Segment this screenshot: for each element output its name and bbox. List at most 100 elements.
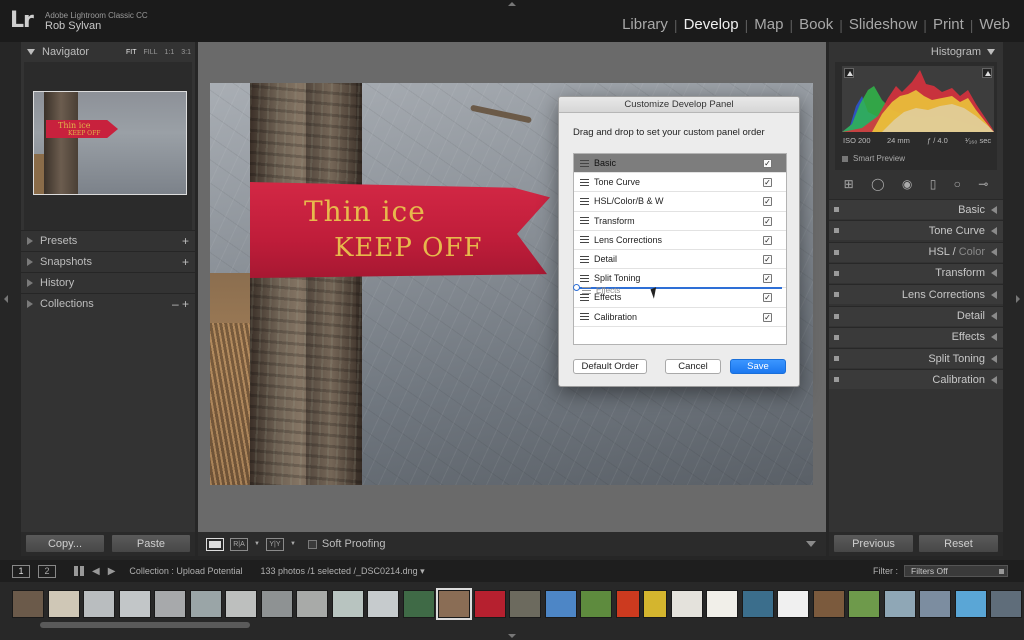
- module-library[interactable]: Library: [616, 16, 674, 33]
- panel-switch-icon[interactable]: [834, 207, 839, 212]
- right-section-lens-corrections[interactable]: Lens Corrections: [829, 284, 1003, 305]
- panel-visible-checkbox[interactable]: ✓: [763, 178, 772, 188]
- loupe-view-icon[interactable]: [206, 537, 224, 551]
- filmstrip-thumbnail[interactable]: [83, 590, 115, 618]
- drag-handle-icon[interactable]: [580, 217, 589, 225]
- photo-count[interactable]: 133 photos /1 selected /_DSC0214.dng ▾: [260, 566, 424, 577]
- right-section-detail[interactable]: Detail: [829, 305, 1003, 326]
- navigator-zoom-1-1[interactable]: 1:1: [165, 49, 175, 56]
- filmstrip-thumbnail[interactable]: [643, 590, 667, 618]
- previous-button[interactable]: Previous: [833, 534, 914, 553]
- filmstrip-thumbnail[interactable]: [580, 590, 612, 618]
- filmstrip-thumbnail[interactable]: [436, 588, 472, 620]
- panel-switch-icon[interactable]: [834, 270, 839, 276]
- drag-handle-icon[interactable]: [580, 236, 589, 244]
- filmstrip-thumbnail[interactable]: [706, 590, 738, 618]
- current-collection[interactable]: Collection : Upload Potential: [129, 566, 242, 576]
- right-section-tone-curve[interactable]: Tone Curve: [829, 220, 1003, 241]
- section-controls-icon[interactable]: +: [182, 234, 189, 248]
- filmstrip-thumbnail[interactable]: [883, 590, 916, 618]
- red-eye-tool-icon[interactable]: ◉: [902, 177, 912, 191]
- drag-handle-icon[interactable]: [580, 159, 589, 167]
- histogram-graph[interactable]: [842, 66, 994, 132]
- radial-filter-tool-icon[interactable]: ○: [954, 177, 961, 191]
- navigator-header[interactable]: Navigator FIT FILL 1:1 3:1: [21, 42, 195, 62]
- save-button[interactable]: Save: [730, 359, 786, 374]
- panel-visible-checkbox[interactable]: ✓: [763, 293, 772, 303]
- left-panel-toggle-icon[interactable]: [4, 295, 8, 303]
- filmstrip-thumbnail[interactable]: [741, 590, 774, 618]
- filmstrip-thumbnail[interactable]: [919, 590, 951, 618]
- primary-window-button[interactable]: 1: [12, 564, 30, 578]
- panel-order-item[interactable]: Transform ✓: [574, 212, 786, 231]
- panel-visible-checkbox[interactable]: ✓: [763, 235, 772, 245]
- panel-order-item[interactable]: Detail ✓: [574, 250, 786, 270]
- paste-button[interactable]: Paste: [111, 534, 191, 553]
- panel-switch-icon[interactable]: [834, 377, 839, 383]
- dialog-title[interactable]: Customize Develop Panel: [559, 97, 799, 113]
- right-section-effects[interactable]: Effects: [829, 326, 1003, 347]
- filmstrip-thumbnail[interactable]: [189, 590, 222, 618]
- soft-proofing-toggle[interactable]: Soft Proofing: [307, 538, 386, 550]
- filmstrip-thumbnail[interactable]: [670, 590, 703, 618]
- filmstrip-thumbnail[interactable]: [615, 590, 640, 618]
- left-section-collections[interactable]: Collections – +: [21, 293, 195, 314]
- filmstrip-thumbnail[interactable]: [12, 590, 44, 618]
- navigator-zoom-fill[interactable]: FILL: [144, 49, 158, 56]
- drag-handle-icon[interactable]: [580, 274, 589, 282]
- navigator-preview[interactable]: Thin ice KEEP OFF: [24, 62, 192, 230]
- before-after-menu-caret-icon[interactable]: ▼: [254, 541, 260, 547]
- filmstrip-thumbnail[interactable]: [260, 590, 293, 618]
- module-web[interactable]: Web: [973, 16, 1016, 33]
- filmstrip-thumbnail[interactable]: [509, 590, 541, 618]
- module-book[interactable]: Book: [793, 16, 839, 33]
- panel-switch-icon[interactable]: [834, 228, 839, 234]
- navigator-zoom-fit[interactable]: FIT: [126, 49, 137, 56]
- filmstrip-thumbnail[interactable]: [367, 590, 399, 618]
- filmstrip-thumbnail[interactable]: [296, 590, 328, 618]
- panel-order-item[interactable]: Tone Curve ✓: [574, 173, 786, 193]
- filmstrip-thumbnail[interactable]: [47, 590, 80, 618]
- right-panel-toggle-icon[interactable]: [1016, 295, 1020, 303]
- section-controls-icon[interactable]: – +: [172, 297, 189, 311]
- panel-order-item[interactable]: Basic ✓: [574, 154, 786, 174]
- filmstrip-scrollbar[interactable]: [40, 622, 250, 628]
- toolbar-menu-icon[interactable]: [806, 541, 816, 547]
- back-arrow-icon[interactable]: ◀: [92, 566, 100, 577]
- panel-switch-icon[interactable]: [834, 249, 839, 255]
- filmstrip-thumbnail[interactable]: [154, 590, 186, 618]
- panel-visible-checkbox[interactable]: ✓: [763, 274, 772, 284]
- bottom-panel-toggle-icon[interactable]: [508, 634, 516, 638]
- panel-order-item[interactable]: HSL/Color/B & W ✓: [574, 192, 786, 212]
- secondary-window-button[interactable]: 2: [38, 564, 56, 578]
- filmstrip-thumbnail[interactable]: [331, 590, 364, 618]
- panel-switch-icon[interactable]: [834, 313, 839, 319]
- module-slideshow[interactable]: Slideshow: [843, 16, 923, 33]
- panel-switch-icon[interactable]: [834, 334, 839, 340]
- filmstrip-thumbnail[interactable]: [990, 590, 1022, 618]
- left-section-history[interactable]: History: [21, 272, 195, 293]
- drag-handle-icon[interactable]: [580, 313, 589, 321]
- filmstrip-thumbnail[interactable]: [402, 590, 435, 618]
- panel-order-item[interactable]: Lens Corrections ✓: [574, 231, 786, 250]
- before-after-left-right-icon[interactable]: R|A: [230, 537, 248, 551]
- left-section-snapshots[interactable]: Snapshots +: [21, 251, 195, 272]
- filter-select[interactable]: Filters Off: [904, 565, 1008, 577]
- right-section-basic[interactable]: Basic: [829, 199, 1003, 219]
- module-develop[interactable]: Develop: [678, 16, 745, 33]
- graduated-filter-tool-icon[interactable]: ▯: [930, 177, 937, 191]
- panel-visible-checkbox[interactable]: ✓: [763, 197, 772, 207]
- panel-order-item[interactable]: Calibration ✓: [574, 308, 786, 327]
- filmstrip-thumbnail[interactable]: [954, 590, 987, 618]
- drag-handle-icon[interactable]: [580, 255, 589, 263]
- panel-visible-checkbox[interactable]: ✓: [763, 159, 772, 168]
- right-section-hsl[interactable]: HSL / Color: [829, 241, 1003, 262]
- panel-switch-icon[interactable]: [834, 292, 839, 298]
- module-map[interactable]: Map: [748, 16, 789, 33]
- filmstrip-thumbnail[interactable]: [473, 590, 506, 618]
- default-order-button[interactable]: Default Order: [573, 359, 647, 374]
- histogram-header[interactable]: Histogram: [829, 42, 1003, 62]
- copy-button[interactable]: Copy...: [25, 534, 105, 553]
- panel-visible-checkbox[interactable]: ✓: [763, 254, 772, 264]
- adjustment-brush-tool-icon[interactable]: ⊸: [978, 177, 988, 191]
